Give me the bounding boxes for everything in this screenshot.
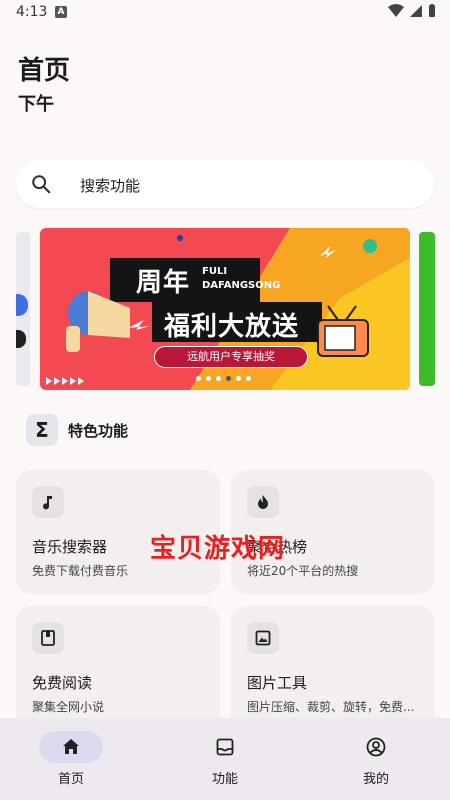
notification-icon: A bbox=[55, 6, 67, 18]
card-title: 免费阅读 bbox=[32, 674, 93, 692]
banner-en-line2: DAFANGSONG bbox=[202, 280, 281, 291]
music-note-icon bbox=[32, 486, 64, 518]
section-title: 特色功能 bbox=[68, 421, 129, 440]
status-icons bbox=[388, 4, 436, 18]
carousel-indicator bbox=[196, 376, 251, 381]
battery-icon bbox=[429, 4, 435, 17]
banner-title-line1: 周年 bbox=[136, 268, 191, 298]
page-subtitle: 下午 bbox=[18, 94, 54, 115]
inbox-icon bbox=[216, 738, 234, 756]
search-input[interactable]: 搜索功能 bbox=[80, 175, 140, 196]
sigma-icon: Σ bbox=[26, 414, 58, 446]
card-title: 音乐搜索器 bbox=[32, 538, 108, 556]
image-icon bbox=[247, 622, 279, 654]
banner-arrow-decoration bbox=[46, 377, 84, 385]
signal-icon bbox=[410, 5, 422, 17]
promo-banner[interactable]: 周年 FULI DAFANGSONG 福利大放送 远航用户专享抽奖 bbox=[40, 228, 410, 390]
carousel-dot[interactable] bbox=[206, 376, 211, 381]
carousel-prev-slide[interactable] bbox=[16, 232, 30, 386]
card-image-tools[interactable]: 图片工具 图片压缩、裁剪、旋转，免费... bbox=[231, 606, 435, 730]
card-free-reading[interactable]: 免费阅读 聚集全网小说 bbox=[16, 606, 220, 730]
search-bar[interactable]: 搜索功能 bbox=[16, 160, 434, 208]
status-time: 4:13 bbox=[16, 4, 48, 20]
card-desc: 图片压缩、裁剪、旋转，免费... bbox=[247, 700, 415, 714]
book-icon bbox=[32, 622, 64, 654]
page-title: 首页 bbox=[18, 56, 71, 86]
nav-label: 功能 bbox=[211, 772, 238, 787]
banner-title-line2: 福利大放送 bbox=[164, 312, 300, 342]
status-bar: 4:13 A bbox=[0, 0, 450, 26]
banner-en-line1: FULI bbox=[202, 266, 228, 277]
carousel-dot[interactable] bbox=[216, 376, 221, 381]
section-header: Σ 特色功能 bbox=[26, 414, 128, 446]
watermark-text: 宝贝游戏网 bbox=[150, 534, 286, 564]
nav-item-home[interactable]: 首页 bbox=[0, 718, 150, 800]
search-icon bbox=[32, 175, 51, 194]
banner-subtitle: 远航用户专享抽奖 bbox=[154, 346, 308, 368]
carousel-next-slide[interactable] bbox=[419, 232, 435, 386]
bottom-navigation: 首页 功能 我的 bbox=[0, 718, 450, 800]
nav-active-indicator bbox=[39, 731, 103, 763]
nav-item-features[interactable]: 功能 bbox=[154, 718, 304, 800]
fire-icon bbox=[247, 486, 279, 518]
home-icon bbox=[63, 739, 79, 754]
card-desc: 聚集全网小说 bbox=[32, 700, 105, 714]
card-title: 图片工具 bbox=[247, 674, 308, 692]
carousel-dot[interactable] bbox=[226, 376, 231, 381]
nav-label: 首页 bbox=[57, 772, 84, 787]
nav-item-profile[interactable]: 我的 bbox=[305, 718, 450, 800]
carousel-dot[interactable] bbox=[196, 376, 201, 381]
account-icon bbox=[366, 737, 386, 757]
wifi-icon bbox=[388, 4, 404, 17]
carousel-dot[interactable] bbox=[246, 376, 251, 381]
carousel-dot[interactable] bbox=[236, 376, 241, 381]
nav-label: 我的 bbox=[362, 772, 389, 787]
